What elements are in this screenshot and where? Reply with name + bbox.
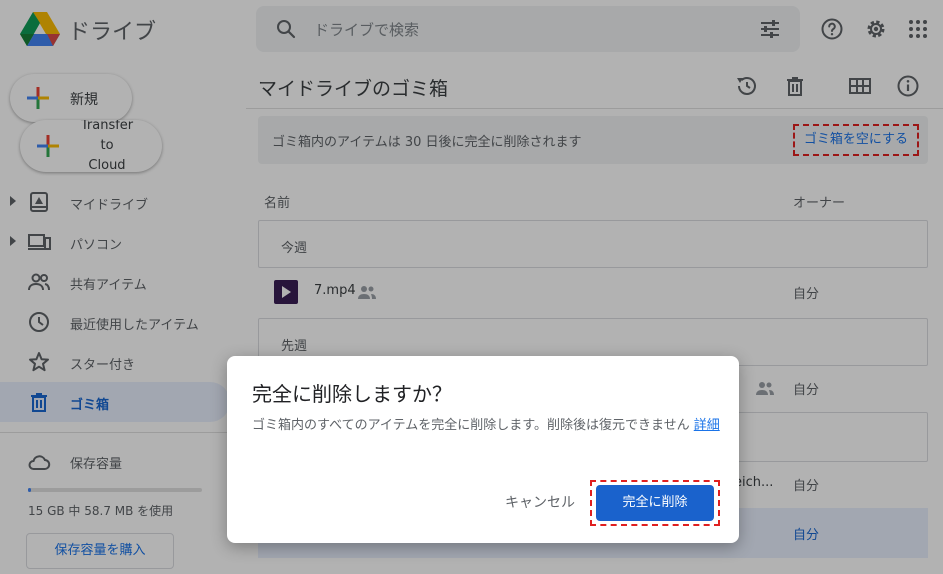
cancel-button[interactable]: キャンセル [505, 492, 575, 512]
details-link[interactable]: 詳細 [694, 418, 720, 433]
dialog-body-text: ゴミ箱内のすべてのアイテムを完全に削除します。削除後は復元できません [252, 418, 690, 433]
dialog-body: ゴミ箱内のすべてのアイテムを完全に削除します。削除後は復元できません 詳細 [252, 416, 722, 436]
delete-forever-button[interactable]: 完全に削除 [596, 485, 714, 521]
dialog-title: 完全に削除しますか？ [252, 382, 452, 406]
delete-confirm-dialog: 完全に削除しますか？ ゴミ箱内のすべてのアイテムを完全に削除します。削除後は復元… [227, 356, 739, 543]
